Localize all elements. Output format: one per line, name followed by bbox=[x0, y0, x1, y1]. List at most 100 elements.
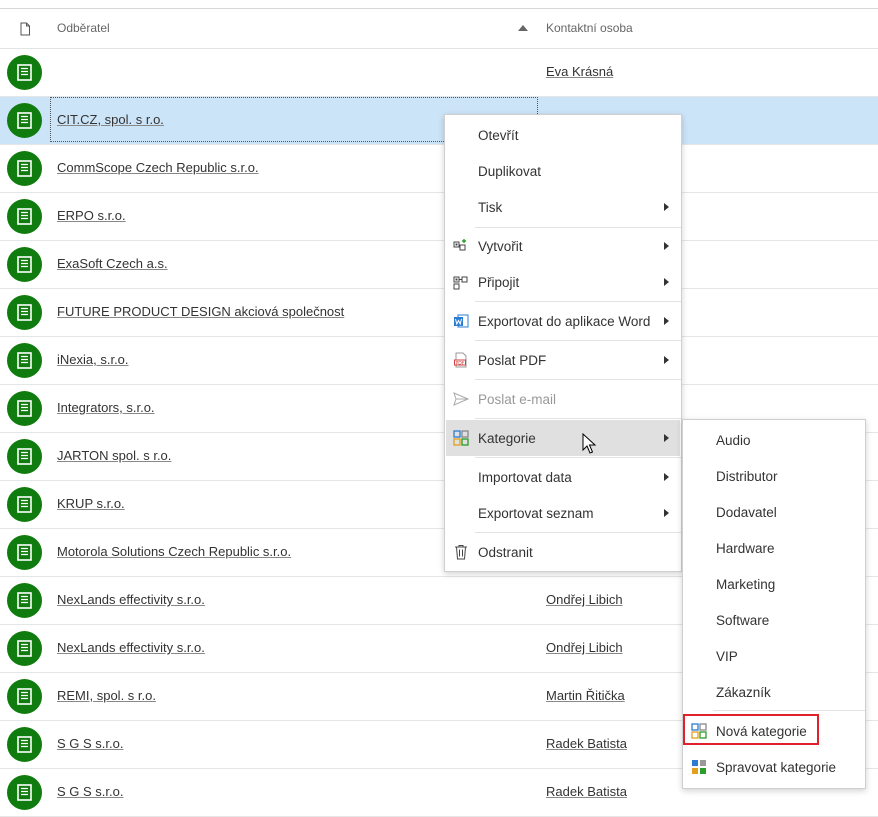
table-row[interactable]: Eva Krásná bbox=[0, 49, 878, 97]
customer-name-link[interactable]: Integrators, s.r.o. bbox=[57, 400, 155, 415]
submenu-arrow-icon bbox=[664, 473, 669, 481]
categories-icon bbox=[692, 760, 706, 774]
menu-item-print[interactable]: Tisk bbox=[446, 189, 680, 225]
column-header-customer[interactable]: Odběratel bbox=[57, 21, 110, 35]
customer-name-link[interactable]: REMI, spol. s r.o. bbox=[57, 688, 156, 703]
submenu-arrow-icon bbox=[664, 434, 669, 442]
context-menu: Otevřít Duplikovat Tisk Vytvořit Připoji… bbox=[444, 114, 682, 572]
menu-item-manage-categories[interactable]: Spravovat kategorie bbox=[684, 749, 864, 785]
menu-item-import-data[interactable]: Importovat data bbox=[446, 459, 680, 495]
menu-separator bbox=[475, 340, 681, 341]
contact-person-link[interactable]: Radek Batista bbox=[546, 784, 627, 799]
avatar[interactable] bbox=[7, 151, 42, 186]
menu-separator bbox=[475, 301, 681, 302]
column-header-contact[interactable]: Kontaktní osoba bbox=[546, 21, 633, 35]
category-item[interactable]: Dodavatel bbox=[684, 494, 864, 530]
category-item[interactable]: Distributor bbox=[684, 458, 864, 494]
submenu-arrow-icon bbox=[664, 509, 669, 517]
submenu-arrow-icon bbox=[664, 356, 669, 364]
menu-item-export-list[interactable]: Exportovat seznam bbox=[446, 495, 680, 531]
menu-item-attach[interactable]: Připojit bbox=[446, 264, 680, 300]
avatar[interactable] bbox=[7, 55, 42, 90]
table-row[interactable]: CommScope Czech Republic s.r.o. bbox=[0, 145, 878, 193]
document-icon[interactable] bbox=[18, 22, 32, 36]
contact-card-icon bbox=[17, 544, 32, 561]
avatar[interactable] bbox=[7, 583, 42, 618]
table-row[interactable]: ERPO s.r.o. bbox=[0, 193, 878, 241]
customer-name-link[interactable]: KRUP s.r.o. bbox=[57, 496, 125, 511]
avatar[interactable] bbox=[7, 343, 42, 378]
customer-name-link[interactable]: ExaSoft Czech a.s. bbox=[57, 256, 168, 271]
category-item[interactable]: VIP bbox=[684, 638, 864, 674]
table-row[interactable]: iNexia, s.r.o. bbox=[0, 337, 878, 385]
menu-separator bbox=[475, 532, 681, 533]
avatar[interactable] bbox=[7, 295, 42, 330]
categories-icon bbox=[453, 430, 469, 446]
menu-item-categories[interactable]: Kategorie bbox=[446, 420, 680, 456]
table-row[interactable]: CIT.CZ, spol. s r.o. bbox=[0, 97, 878, 145]
category-item[interactable]: Marketing bbox=[684, 566, 864, 602]
menu-item-delete[interactable]: Odstranit bbox=[446, 534, 680, 570]
contact-person-link[interactable]: Radek Batista bbox=[546, 736, 627, 751]
submenu-arrow-icon bbox=[664, 203, 669, 211]
contact-card-icon bbox=[17, 448, 32, 465]
category-item[interactable]: Software bbox=[684, 602, 864, 638]
category-submenu: Audio Distributor Dodavatel Hardware Marketi… bbox=[682, 419, 866, 789]
contact-person-link[interactable]: Ondřej Libich bbox=[546, 640, 623, 655]
avatar[interactable] bbox=[7, 439, 42, 474]
avatar[interactable] bbox=[7, 679, 42, 714]
menu-item-duplicate[interactable]: Duplikovat bbox=[446, 153, 680, 189]
menu-separator bbox=[475, 379, 681, 380]
menu-item-open[interactable]: Otevřít bbox=[446, 117, 680, 153]
table-row[interactable]: FUTURE PRODUCT DESIGN akciová společnost bbox=[0, 289, 878, 337]
customer-name-link[interactable]: NexLands effectivity s.r.o. bbox=[57, 640, 205, 655]
avatar[interactable] bbox=[7, 247, 42, 282]
category-item[interactable]: Hardware bbox=[684, 530, 864, 566]
contact-card-icon bbox=[17, 496, 32, 513]
submenu-arrow-icon bbox=[664, 317, 669, 325]
table-header: Odběratel Kontaktní osoba bbox=[0, 9, 878, 49]
contact-card-icon bbox=[17, 352, 32, 369]
contact-person-link[interactable]: Ondřej Libich bbox=[546, 592, 623, 607]
attach-icon bbox=[453, 276, 468, 290]
contact-person-link[interactable]: Martin Řitička bbox=[546, 688, 625, 703]
avatar[interactable] bbox=[7, 727, 42, 762]
customer-name-link[interactable]: CIT.CZ, spol. s r.o. bbox=[57, 112, 164, 127]
customer-name-link[interactable]: ERPO s.r.o. bbox=[57, 208, 126, 223]
customer-name-link[interactable]: FUTURE PRODUCT DESIGN akciová společnost bbox=[57, 304, 344, 319]
avatar[interactable] bbox=[7, 631, 42, 666]
contact-card-icon bbox=[17, 256, 32, 273]
avatar[interactable] bbox=[7, 487, 42, 522]
submenu-arrow-icon bbox=[664, 278, 669, 286]
contact-person-link[interactable]: Eva Krásná bbox=[546, 64, 613, 79]
word-icon bbox=[454, 314, 469, 328]
menu-item-export-word[interactable]: Exportovat do aplikace Word bbox=[446, 303, 680, 339]
customer-name-link[interactable]: S G S s.r.o. bbox=[57, 736, 123, 751]
avatar[interactable] bbox=[7, 103, 42, 138]
customer-name-link[interactable]: CommScope Czech Republic s.r.o. bbox=[57, 160, 259, 175]
customer-name-link[interactable]: iNexia, s.r.o. bbox=[57, 352, 129, 367]
menu-item-send-pdf[interactable]: PDF Poslat PDF bbox=[446, 342, 680, 378]
category-item[interactable]: Audio bbox=[684, 422, 864, 458]
contact-card-icon bbox=[17, 784, 32, 801]
menu-item-send-email: Poslat e-mail bbox=[446, 381, 680, 417]
contact-card-icon bbox=[17, 736, 32, 753]
menu-separator bbox=[475, 418, 681, 419]
customer-name-link[interactable]: Motorola Solutions Czech Republic s.r.o. bbox=[57, 544, 291, 559]
mouse-cursor-icon bbox=[582, 433, 597, 454]
contact-card-icon bbox=[17, 688, 32, 705]
customer-name-link[interactable]: S G S s.r.o. bbox=[57, 784, 123, 799]
contact-card-icon bbox=[17, 112, 32, 129]
avatar[interactable] bbox=[7, 391, 42, 426]
customer-name-link[interactable]: NexLands effectivity s.r.o. bbox=[57, 592, 205, 607]
avatar[interactable] bbox=[7, 775, 42, 810]
category-item[interactable]: Zákazník bbox=[684, 674, 864, 710]
table-row[interactable]: ExaSoft Czech a.s. bbox=[0, 241, 878, 289]
sort-ascending-icon[interactable] bbox=[518, 25, 528, 31]
contact-card-icon bbox=[17, 640, 32, 657]
avatar[interactable] bbox=[7, 535, 42, 570]
avatar[interactable] bbox=[7, 199, 42, 234]
trash-icon bbox=[455, 545, 467, 560]
customer-name-link[interactable]: JARTON spol. s r.o. bbox=[57, 448, 171, 463]
menu-item-create[interactable]: Vytvořit bbox=[446, 228, 680, 264]
